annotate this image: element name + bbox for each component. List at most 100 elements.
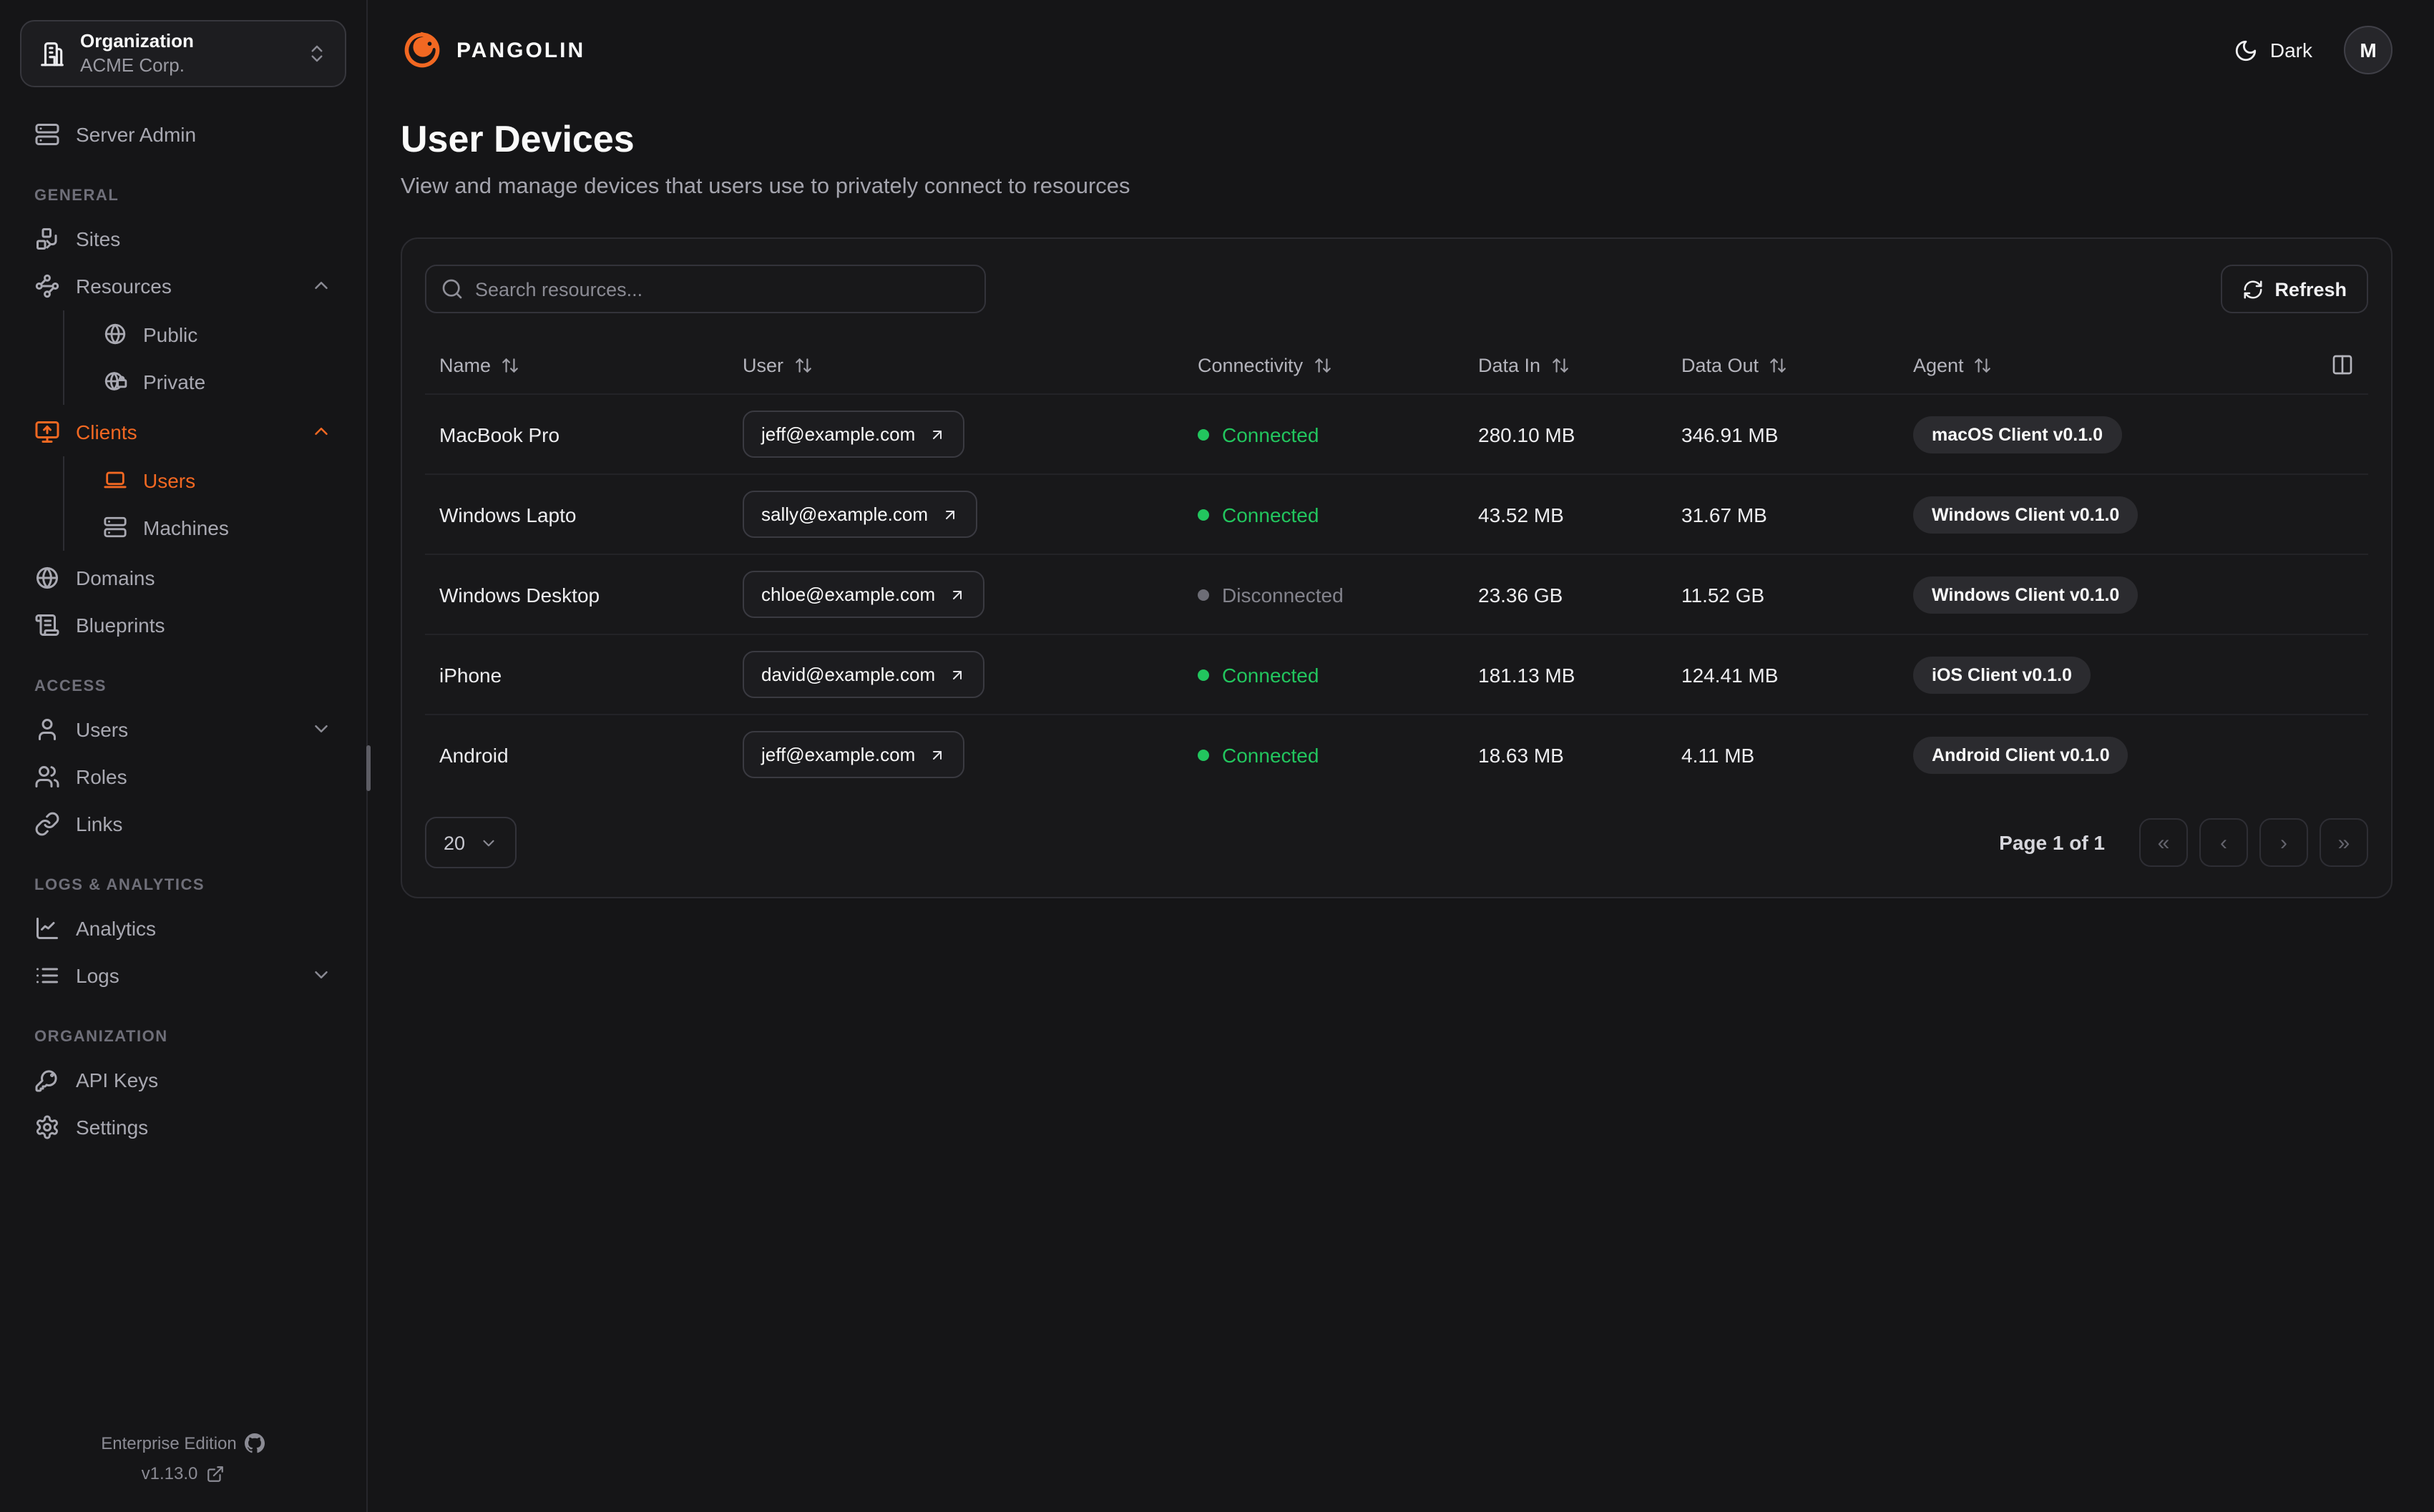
data-in-value: 181.13 MB — [1478, 663, 1575, 686]
arrow-up-right-icon — [945, 510, 954, 519]
section-label-organization: ORGANIZATION — [34, 1029, 168, 1046]
section-label-logs-analytics: LOGS & ANALYTICS — [34, 877, 205, 894]
key-icon — [35, 1069, 57, 1091]
version-label: v1.13.0 — [141, 1463, 198, 1483]
sidebar-item-public[interactable]: Public — [64, 310, 346, 358]
sort-arrows-icon — [1770, 358, 1786, 372]
column-header-name[interactable]: Name — [439, 354, 743, 375]
sidebar-item-server-admin[interactable]: Server Admin — [20, 110, 346, 157]
refresh-button[interactable]: Refresh — [2220, 265, 2368, 313]
server-icon — [104, 516, 127, 538]
sidebar-item-resources[interactable]: Resources — [20, 262, 346, 309]
agent-badge: Windows Client v0.1.0 — [1913, 496, 2139, 533]
sidebar-item-users[interactable]: Users — [20, 705, 346, 752]
table-row: MacBook Pro jeff@example.com Connected 2… — [425, 393, 2368, 473]
column-header-data-in[interactable]: Data In — [1478, 354, 1681, 375]
connectivity-status: Connected — [1198, 663, 1478, 686]
agent-badge: Android Client v0.1.0 — [1913, 736, 2128, 773]
search-input[interactable] — [425, 265, 986, 313]
refresh-icon — [2243, 280, 2262, 298]
user-link-button[interactable]: chloe@example.com — [743, 571, 984, 618]
chart-line-icon — [36, 917, 58, 938]
resources-subnav: Public Private — [63, 310, 346, 405]
sidebar-item-settings[interactable]: Settings — [20, 1103, 346, 1150]
theme-toggle-button[interactable]: Dark — [2234, 38, 2312, 62]
devices-card: Refresh Name User Connectivity Data In D… — [401, 237, 2393, 898]
search-wrap — [425, 265, 986, 313]
user-link-button[interactable]: david@example.com — [743, 651, 984, 698]
sidebar-item-domains[interactable]: Domains — [20, 554, 346, 601]
github-icon[interactable] — [245, 1433, 265, 1453]
gear-icon — [36, 1114, 58, 1139]
user-link-button[interactable]: sally@example.com — [743, 491, 977, 538]
data-out-value: 11.52 GB — [1681, 583, 1765, 606]
user-link-button[interactable]: jeff@example.com — [743, 411, 964, 458]
sort-arrows-icon — [1552, 358, 1568, 372]
list-icon — [36, 967, 58, 983]
server-icon — [35, 123, 59, 144]
external-link-icon[interactable] — [206, 1464, 225, 1483]
data-out-value: 31.67 MB — [1681, 503, 1767, 526]
user-link-button[interactable]: jeff@example.com — [743, 731, 964, 778]
pager-buttons: « ‹ › » — [2139, 818, 2368, 867]
chevrons-left-icon: « — [2157, 830, 2170, 855]
column-header-agent[interactable]: Agent — [1913, 353, 2354, 376]
page-size-select[interactable]: 20 — [425, 817, 517, 868]
sort-arrows-icon — [1975, 358, 1991, 372]
column-visibility-button[interactable] — [2331, 353, 2354, 376]
section-label-general: GENERAL — [34, 187, 119, 205]
chevron-down-icon — [315, 725, 328, 732]
brand: PANGOLIN — [401, 29, 585, 72]
sidebar-item-links[interactable]: Links — [20, 800, 346, 847]
sidebar-scrollbar-thumb[interactable] — [366, 745, 371, 791]
first-page-button[interactable]: « — [2139, 818, 2188, 867]
theme-label: Dark — [2269, 39, 2312, 62]
avatar[interactable]: M — [2344, 26, 2393, 74]
sidebar-item-sites[interactable]: Sites — [20, 215, 346, 262]
data-in-value: 280.10 MB — [1478, 423, 1575, 446]
chevron-down-icon — [315, 971, 328, 978]
sidebar-footer: Enterprise Edition v1.13.0 — [20, 1433, 346, 1489]
sort-arrows-icon — [502, 358, 518, 372]
org-value: ACME Corp. — [80, 54, 185, 75]
org-selector[interactable]: Organization ACME Corp. — [20, 20, 346, 87]
chevrons-right-icon: » — [2337, 830, 2350, 855]
column-header-user[interactable]: User — [743, 354, 1198, 375]
sidebar-item-client-users[interactable]: Users — [64, 456, 346, 504]
data-in-value: 23.36 GB — [1478, 583, 1563, 606]
sort-arrows-icon — [795, 358, 811, 372]
user-email: jeff@example.com — [761, 423, 916, 445]
sidebar-item-machines[interactable]: Machines — [64, 504, 346, 551]
device-name: MacBook Pro — [439, 423, 560, 446]
agent-badge: iOS Client v0.1.0 — [1913, 656, 2091, 693]
table-row: iPhone david@example.com Connected 181.1… — [425, 634, 2368, 714]
data-out-value: 346.91 MB — [1681, 423, 1779, 446]
chevron-up-icon — [315, 428, 328, 435]
sidebar-item-clients[interactable]: Clients — [20, 408, 346, 455]
sidebar-item-blueprints[interactable]: Blueprints — [20, 601, 346, 648]
data-in-value: 18.63 MB — [1478, 743, 1564, 766]
chevron-down-icon — [483, 839, 494, 846]
status-dot — [1198, 669, 1209, 680]
user-icon — [39, 718, 56, 740]
chevrons-up-down-icon — [311, 45, 323, 62]
sites-icon — [36, 227, 57, 249]
last-page-button[interactable]: » — [2320, 818, 2368, 867]
status-dot — [1198, 589, 1209, 600]
sidebar-item-roles[interactable]: Roles — [20, 752, 346, 800]
sidebar-item-private[interactable]: Private — [64, 358, 346, 405]
previous-page-button[interactable]: ‹ — [2199, 818, 2248, 867]
next-page-button[interactable]: › — [2259, 818, 2308, 867]
chevron-up-icon — [315, 282, 328, 289]
table-row: Windows Lapto sally@example.com Connecte… — [425, 473, 2368, 554]
arrow-up-right-icon — [952, 590, 962, 599]
user-email: jeff@example.com — [761, 744, 916, 765]
resources-icon — [35, 273, 59, 298]
sidebar-item-api-keys[interactable]: API Keys — [20, 1056, 346, 1103]
sidebar-item-logs[interactable]: Logs — [20, 951, 346, 998]
section-label-access: ACCESS — [34, 678, 107, 695]
column-header-connectivity[interactable]: Connectivity — [1198, 354, 1478, 375]
arrow-up-right-icon — [932, 750, 942, 759]
column-header-data-out[interactable]: Data Out — [1681, 354, 1913, 375]
sidebar-item-analytics[interactable]: Analytics — [20, 904, 346, 951]
